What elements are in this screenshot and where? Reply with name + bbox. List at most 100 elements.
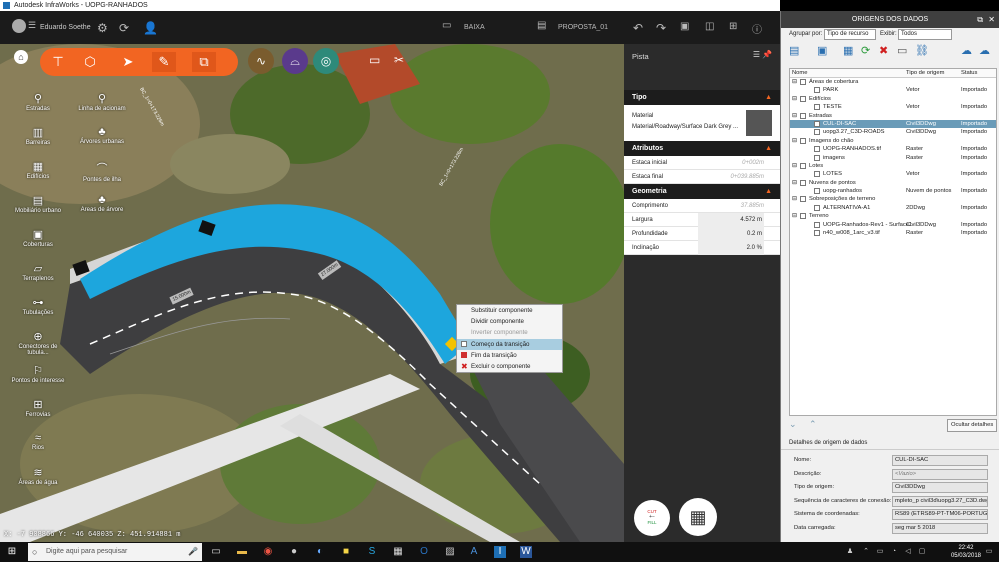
database-icon[interactable]: ☁ [961,44,972,57]
file-icon[interactable] [814,188,820,195]
tree-group[interactable]: ⊟ Estradas [790,112,996,120]
battery-icon[interactable]: ▭ [874,546,886,558]
file-icon[interactable] [814,104,820,111]
undo-icon[interactable]: ↶ [633,21,643,35]
outlook-icon[interactable]: O [418,546,430,558]
expand-icon[interactable]: ⌃ [809,419,817,430]
file-icon[interactable] [814,120,820,127]
profundidade-value[interactable]: 0.2 m [698,227,764,241]
inclinacao-value[interactable]: 2.0 % [698,241,764,255]
sticky-notes-icon[interactable]: ■ [340,546,352,558]
autocad-icon[interactable]: A [468,546,480,558]
road-tool-icon[interactable]: ⊤ [46,52,70,72]
collapse-toggle-icon[interactable]: ⊟ [792,179,797,187]
select-tool-icon[interactable]: ➤ [116,52,140,72]
tool-areas-arvore[interactable]: ♣ Areas de árvore [72,194,132,213]
tool-barreiras[interactable]: ▥ Barreiras [8,126,68,146]
detail-value[interactable]: seg mar 5 2018 [892,522,988,534]
add-source-icon[interactable]: ▤ [789,44,799,57]
pencil-tool-icon[interactable]: ✎ [152,52,176,72]
hide-details-button[interactable]: Ocultar detalhes [947,419,998,432]
group-checkbox[interactable] [800,196,806,203]
tree-group[interactable]: ⊟ Lotes [790,162,996,170]
task-view-icon[interactable]: ▭ [210,546,222,558]
chrome-icon[interactable]: ◉ [262,546,274,558]
file-icon[interactable] [814,154,820,161]
save-icon[interactable]: ▭ [897,44,907,57]
word-icon[interactable]: W [520,546,532,558]
tree-item[interactable]: uopg3.27_C3D-ROADS Civil3DDwg Importado [790,128,996,136]
bridge-tool-icon[interactable]: ⌓ [282,48,308,74]
infraworks-icon[interactable]: I [494,546,506,558]
estaca-inicial-value[interactable]: 0+002m [742,156,764,170]
tool-linha[interactable]: ⚲ Linha de acionam [72,92,132,112]
material-row[interactable]: Material Material/Roadway/Surface Dark G… [624,105,780,141]
detail-value[interactable]: Civil3DDwg [892,482,988,493]
detail-value[interactable]: CUL-DI-SAC [892,455,988,466]
tool-coberturas[interactable]: ▣ Coberturas [8,228,68,248]
app-icon[interactable]: ◐ [314,546,326,558]
analysis-tool-icon[interactable]: ▭ [369,53,380,67]
tool-pontes[interactable]: ⌒ Pontes de ilha [72,160,132,183]
taskbar-search[interactable]: ○ Digite aqui para pesquisar 🎤 [28,543,202,561]
detail-value[interactable]: mpleto_p civil3d\uopg3.27_C3D.dwg [892,495,988,507]
redo-icon[interactable]: ↷ [656,21,666,35]
collapse-toggle-icon[interactable]: ⊟ [792,112,797,120]
material-swatch[interactable] [746,110,772,136]
component-tool-icon[interactable]: ⬡ [78,52,102,72]
microphone-icon[interactable]: 🎤 [188,543,198,561]
menu-item-excluir[interactable]: ✖ Excluir o componente [457,361,562,372]
scenario-name[interactable]: BAIXA [464,24,485,31]
menu-item-comeco-transicao[interactable]: Começo da transição [457,338,562,350]
properties-icon[interactable]: ▦ [843,44,853,57]
tool-tubulacoes[interactable]: ⊶ Tubulações [8,296,68,316]
configure-icon[interactable]: ▣ [817,44,827,57]
file-icon[interactable] [814,87,820,94]
calculator-icon[interactable]: ▦ [392,546,404,558]
photos-icon[interactable]: ▨ [444,546,456,558]
tool-arvores[interactable]: ♣ Árvores urbanas [72,126,132,145]
tool-conectores[interactable]: ⊕ Conectores de tubula... [8,330,68,356]
file-explorer-icon[interactable]: ▬ [236,546,248,558]
refresh-icon[interactable]: ⟳ [861,44,870,57]
tree-item[interactable]: n40_w008_1arc_v3.tif Raster Importado [790,229,996,237]
section-geometria[interactable]: Geometria ▲ [624,184,780,199]
file-icon[interactable] [814,230,820,237]
proposal-icon[interactable]: ▤ [537,20,546,31]
pin-icon[interactable]: 📌 [762,50,772,59]
group-checkbox[interactable] [800,95,806,102]
tree-item[interactable]: PARK Vetor Importado [790,86,996,94]
group-checkbox[interactable] [800,162,806,169]
tool-rios[interactable]: ≈ Rios [8,432,68,451]
delete-icon[interactable]: ✖ [879,44,888,57]
tray-expand-icon[interactable]: ⌃ [860,546,872,558]
file-icon[interactable] [814,129,820,136]
collapse-toggle-icon[interactable]: ⊟ [792,212,797,220]
group-checkbox[interactable] [800,112,806,119]
tree-group[interactable]: ⊟ Nuvens de pontos [790,179,996,187]
group-checkbox[interactable] [800,213,806,220]
tree-item[interactable]: imagens Raster Importado [790,154,996,162]
tools-tool-icon[interactable]: ✂ [394,53,404,67]
tool-pontos-interesse[interactable]: ⚐ Pontos de interesse [8,364,68,384]
panel-icon[interactable]: ▣ [680,21,689,32]
tree-item[interactable]: UOPG-Ranhados-Rev1 - Surface1 Civil3DDwg I… [790,221,996,229]
tree-item[interactable]: UOPG-RANHADOS.tif Raster Importado [790,145,996,153]
person-icon[interactable]: 👤 [143,21,158,35]
tree-group[interactable]: ⊟ Áreas de cobertura [790,78,996,86]
people-icon[interactable]: ♟ [844,546,856,558]
cloud-icon[interactable]: ☁ [979,44,990,57]
file-icon[interactable] [814,204,820,211]
file-icon[interactable] [814,221,820,228]
menu-item-substituir[interactable]: Substituir componente [457,305,562,316]
app-icon[interactable]: ● [288,546,300,558]
drainage-tool-icon[interactable]: ◎ [313,48,339,74]
menu-icon[interactable]: ☰ [28,20,36,31]
group-checkbox[interactable] [800,179,806,186]
file-icon[interactable] [814,171,820,178]
layout-icon[interactable]: ◫ [705,21,714,32]
menu-item-fim-transicao[interactable]: Fim da transição [457,350,562,361]
tree-item[interactable]: ALTERNATIVA-A1 2DDwg Importado [790,204,996,212]
tree-item[interactable]: uopg-ranhados Nuvem de pontos Importado [790,187,996,195]
file-icon[interactable] [814,146,820,153]
